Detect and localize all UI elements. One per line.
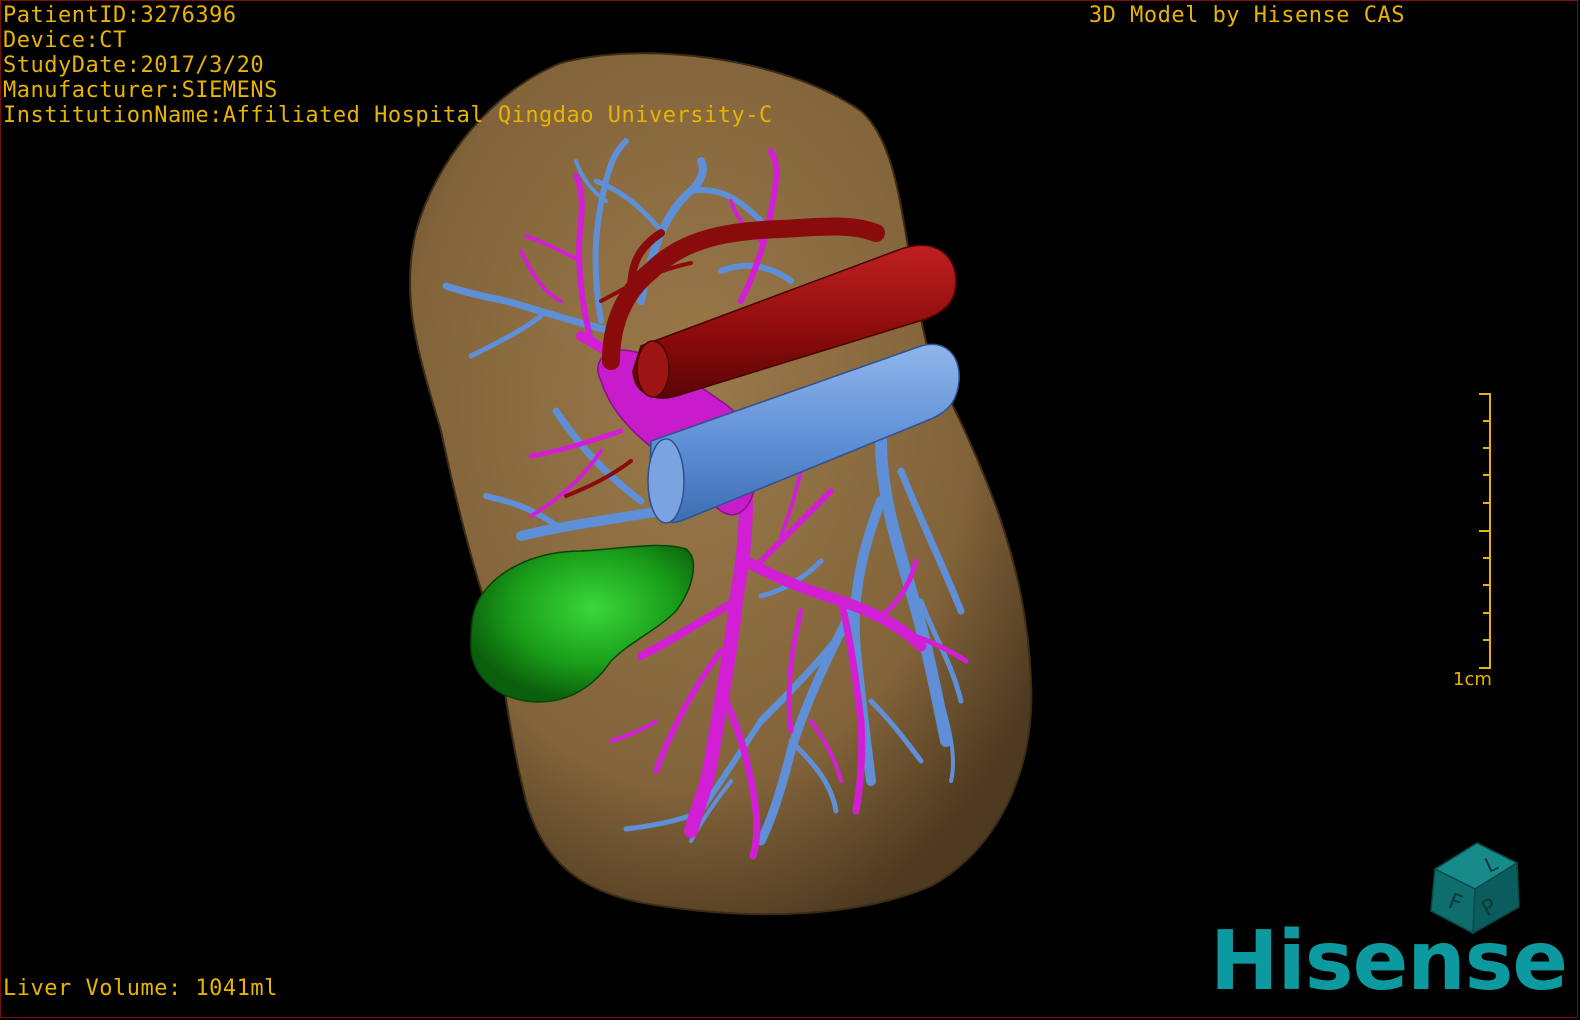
study-date-label: StudyDate:2017/3/20 — [3, 53, 265, 78]
institution-label: InstitutionName:Affiliated Hospital Qing… — [3, 103, 773, 128]
model-credit-label: 3D Model by Hisense CAS — [1088, 3, 1405, 28]
3d-viewport[interactable]: PatientID:3276396 Device:CT StudyDate:20… — [0, 0, 1578, 1018]
liver-volume-label: Liver Volume: 1041ml — [3, 976, 278, 1001]
liver-3d-model[interactable] — [1, 1, 1578, 1018]
scale-bar-label: 1cm — [1453, 669, 1492, 690]
manufacturer-label: Manufacturer:SIEMENS — [3, 78, 278, 103]
patient-info-overlay: PatientID:3276396 Device:CT StudyDate:20… — [3, 3, 773, 128]
hisense-logo: Hisense — [1210, 914, 1568, 1009]
scale-bar — [1479, 393, 1491, 669]
device-label: Device:CT — [3, 28, 127, 53]
patient-id-label: PatientID:3276396 — [3, 3, 237, 28]
aorta-end — [636, 340, 670, 398]
